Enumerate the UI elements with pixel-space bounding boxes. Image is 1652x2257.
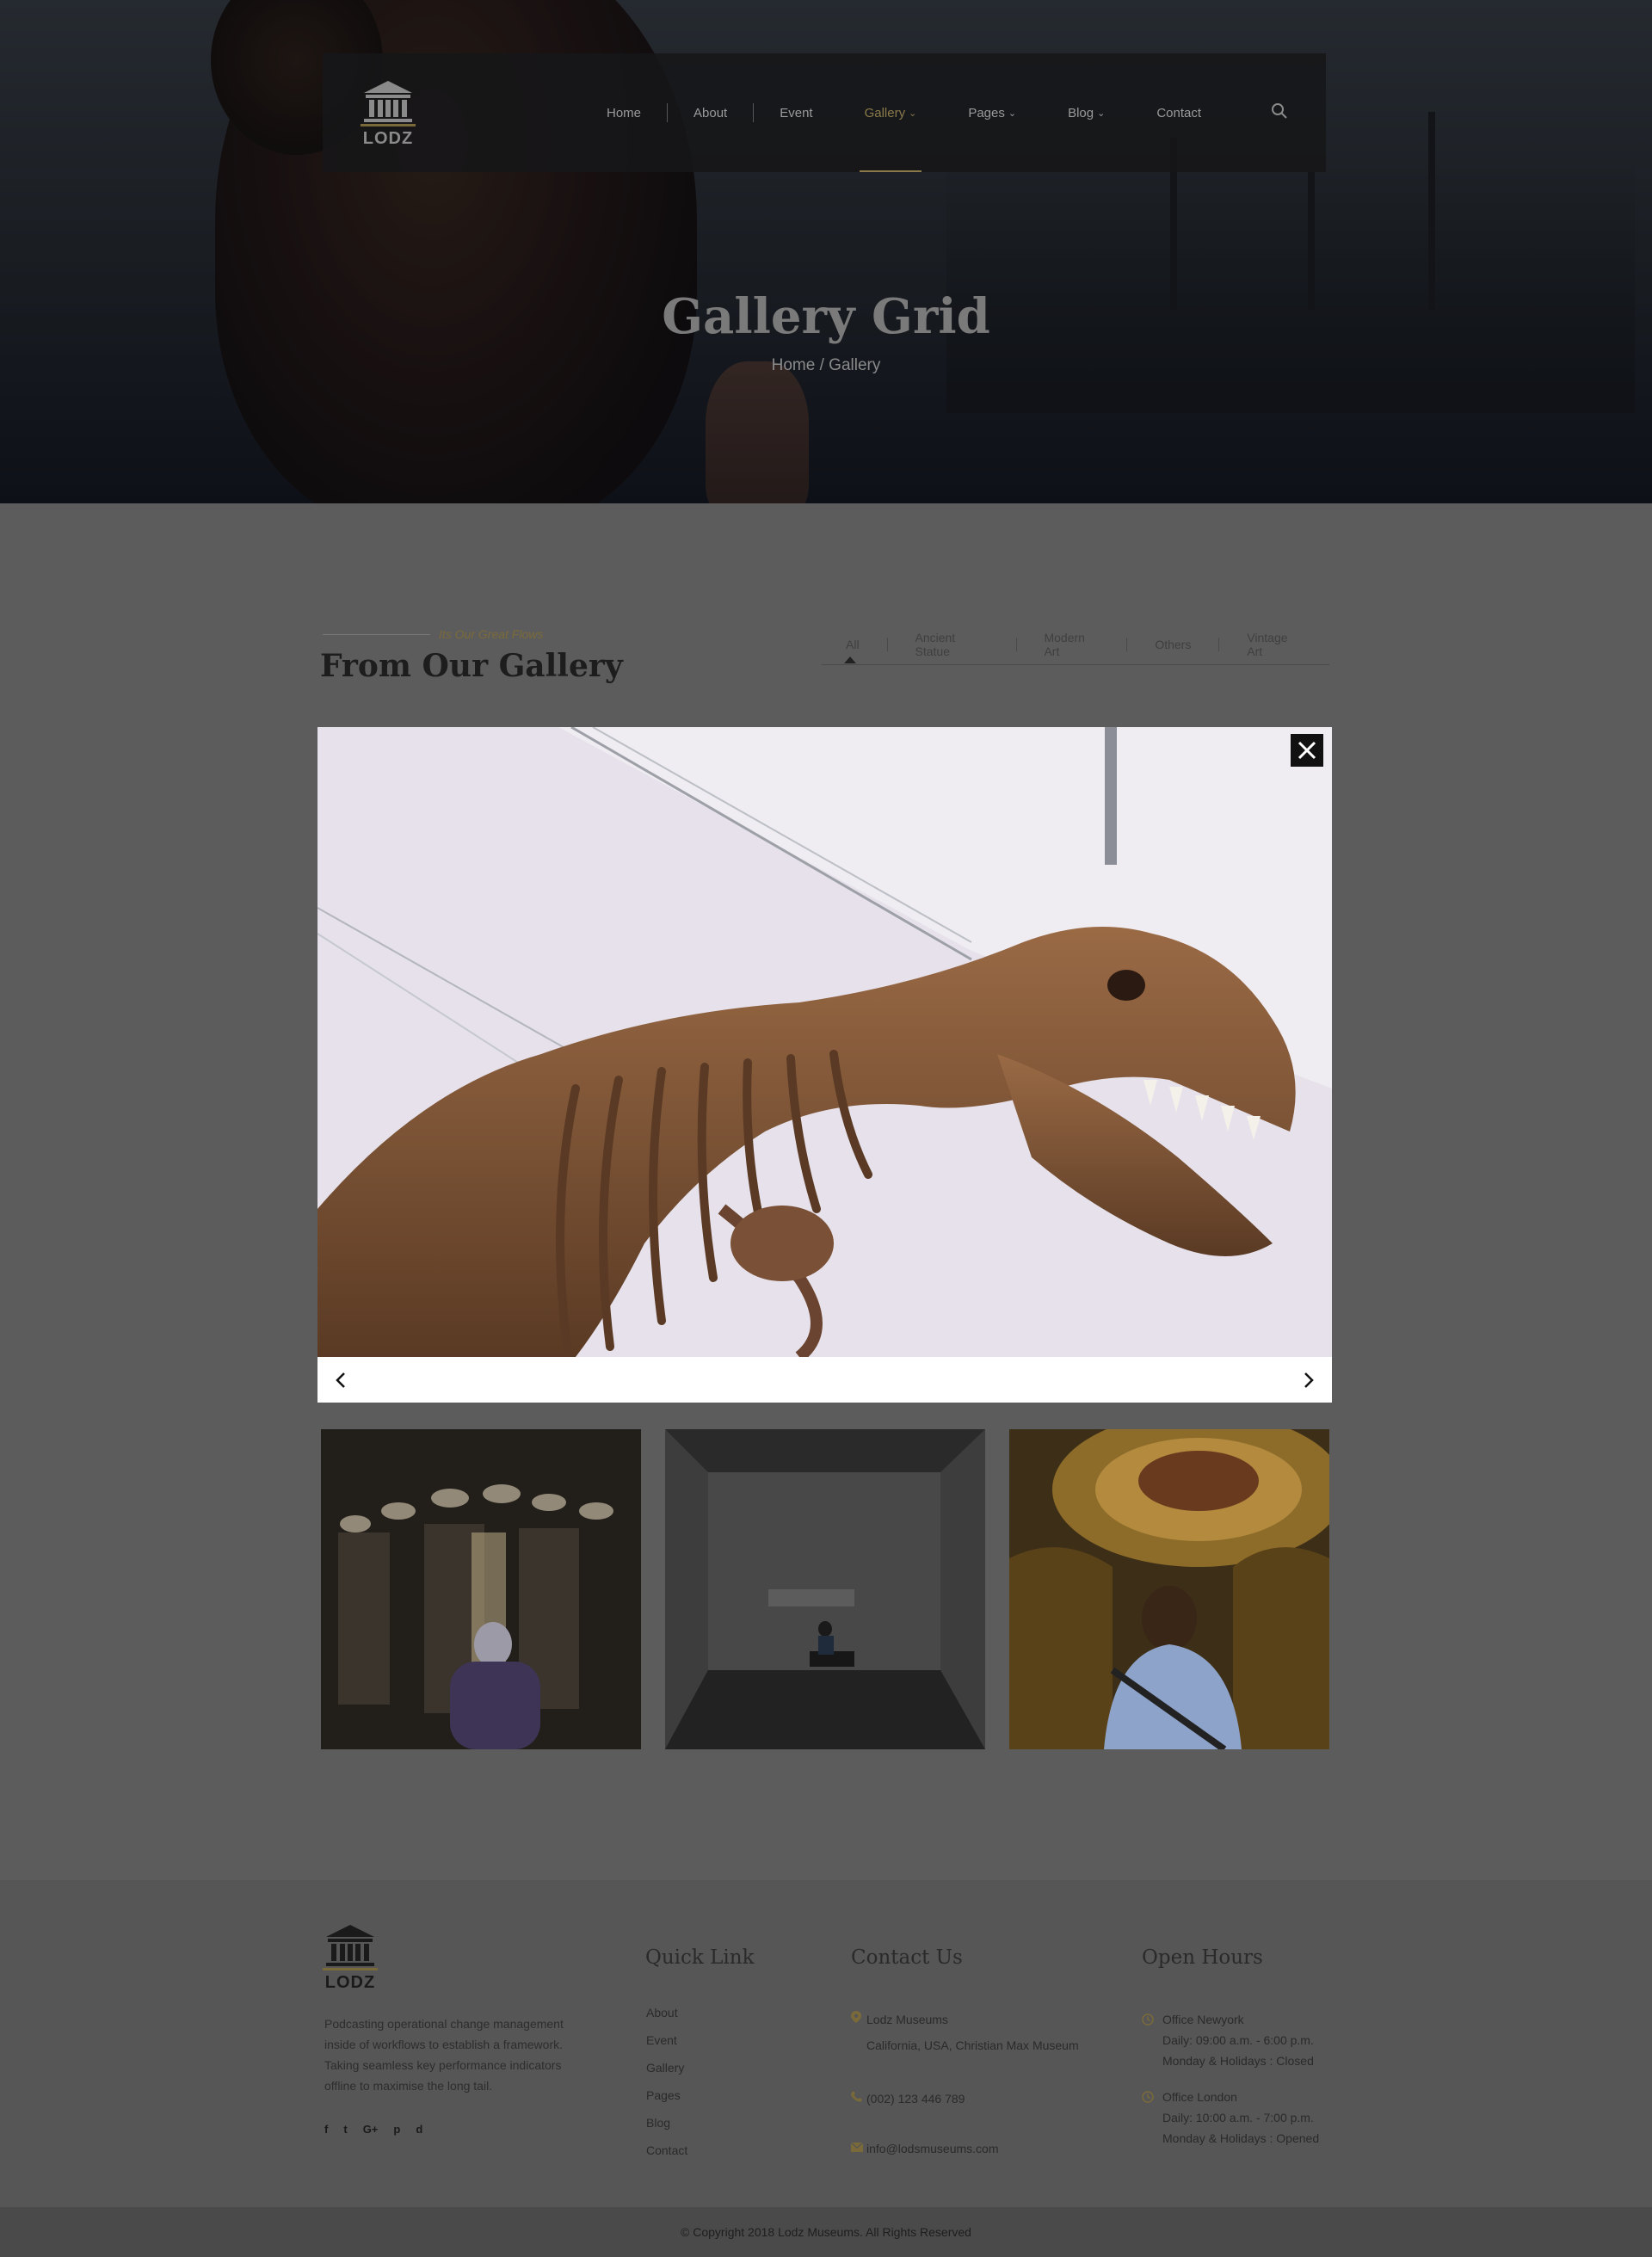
clock-icon [1142, 2009, 1162, 2030]
footer-link-about[interactable]: About [646, 2006, 687, 2033]
site-logo[interactable]: LODZ [361, 79, 416, 148]
social-links: f t G+ p d [324, 2123, 422, 2136]
chevron-down-icon: ⌄ [1097, 108, 1106, 119]
breadcrumb[interactable]: Home / Gallery [0, 356, 1652, 375]
twitter-icon[interactable]: t [343, 2123, 347, 2136]
chevron-left-icon [336, 1372, 345, 1388]
gallery-item-empty-hall[interactable] [665, 1429, 985, 1749]
site-footer: LODZ Podcasting operational change manag… [0, 1880, 1652, 2207]
hours-newyork: Office Newyork Daily: 09:00 a.m. - 6:00 … [1142, 2009, 1314, 2071]
contact-email-address[interactable]: info@lodsmuseums.com [866, 2138, 999, 2159]
section-eyebrow: Its Our Great Flows [439, 627, 544, 641]
gallery-item-painting-crowd[interactable] [321, 1429, 641, 1749]
nav-item-contact[interactable]: Contact [1131, 53, 1227, 172]
active-filter-indicator [844, 657, 856, 663]
footer-link-blog[interactable]: Blog [646, 2116, 687, 2143]
office-holiday-hours: Monday & Holidays : Closed [1162, 2054, 1314, 2068]
chevron-right-icon [1304, 1372, 1314, 1388]
filter-others[interactable]: Others [1127, 638, 1218, 651]
quick-links: About Event Gallery Pages Blog Contact [646, 2006, 687, 2171]
quick-link-title: Quick Link [645, 1946, 755, 1969]
hours-london: Office London Daily: 10:00 a.m. - 7:00 p… [1142, 2087, 1319, 2149]
search-icon[interactable] [1269, 101, 1290, 121]
gallery-item-ceiling-visitor[interactable] [1009, 1429, 1329, 1749]
nav-item-event[interactable]: Event [754, 53, 838, 172]
lightbox-modal [317, 727, 1332, 1403]
nav-item-home[interactable]: Home [581, 53, 667, 172]
museum-logo-icon [323, 1925, 378, 1970]
section-title: From Our Gallery [320, 648, 623, 684]
chevron-down-icon: ⌄ [1008, 108, 1017, 119]
office-daily-hours: Daily: 09:00 a.m. - 6:00 p.m. [1162, 2033, 1314, 2047]
office-daily-hours: Daily: 10:00 a.m. - 7:00 p.m. [1162, 2111, 1314, 2124]
footer-logo[interactable]: LODZ [323, 1923, 378, 1992]
footer-link-contact[interactable]: Contact [646, 2143, 687, 2171]
filter-ancient-statue[interactable]: Ancient Statue [888, 631, 1016, 658]
pinterest-icon[interactable]: p [393, 2123, 400, 2136]
filter-modern-art[interactable]: Modern Art [1016, 631, 1126, 658]
chevron-down-icon: ⌄ [909, 108, 917, 119]
gallery-section: Its Our Great Flows From Our Gallery All… [0, 503, 1652, 1880]
nav-item-gallery[interactable]: Gallery ⌄ [839, 53, 943, 172]
lightbox-image-dinosaur [317, 727, 1332, 1357]
lightbox-next-button[interactable] [1296, 1367, 1322, 1393]
contact-name: Lodz Museums [866, 2013, 948, 2026]
logo-text: LODZ [362, 129, 414, 148]
filter-all[interactable]: All [822, 638, 887, 651]
page-title: Gallery Grid [662, 288, 990, 345]
contact-phone: (002) 123 446 789 [851, 2088, 965, 2109]
contact-title: Contact Us [851, 1946, 963, 1969]
phone-icon [851, 2088, 866, 2109]
footer-link-gallery[interactable]: Gallery [646, 2061, 687, 2088]
lightbox-prev-button[interactable] [328, 1367, 354, 1393]
office-holiday-hours: Monday & Holidays : Opened [1162, 2131, 1320, 2145]
footer-link-event[interactable]: Event [646, 2033, 687, 2061]
copyright-bar: © Copyright 2018 Lodz Museums. All Right… [0, 2207, 1652, 2257]
open-hours-title: Open Hours [1142, 1946, 1263, 1969]
contact-phone-number[interactable]: (002) 123 446 789 [866, 2088, 965, 2109]
gallery-filter-tabs: All Ancient Statue Modern Art Others Vin… [822, 624, 1329, 665]
footer-description: Podcasting operational change management… [324, 2017, 564, 2093]
dribbble-icon[interactable]: d [416, 2123, 422, 2136]
nav-item-blog[interactable]: Blog ⌄ [1042, 53, 1131, 172]
google-plus-icon[interactable]: G+ [363, 2123, 379, 2136]
hero-banner: LODZ Home About Event Gallery ⌄ Pages ⌄ Bl… [0, 0, 1652, 503]
contact-address-line: California, USA, Christian Max Museum [866, 2038, 1079, 2052]
nav-item-pages[interactable]: Pages ⌄ [942, 53, 1042, 172]
main-navbar: LODZ Home About Event Gallery ⌄ Pages ⌄ Bl… [323, 53, 1326, 172]
nav-menu: Home About Event Gallery ⌄ Pages ⌄ Blog ⌄ C… [581, 53, 1227, 172]
nav-item-about[interactable]: About [668, 53, 753, 172]
facebook-icon[interactable]: f [324, 2123, 328, 2136]
clock-icon [1142, 2087, 1162, 2107]
map-pin-icon [851, 2009, 866, 2030]
footer-logo-text: LODZ [324, 1973, 376, 1992]
close-icon [1298, 741, 1316, 760]
office-name: Office Newyork [1162, 2013, 1244, 2026]
museum-logo-icon [361, 81, 416, 126]
filter-vintage-art[interactable]: Vintage Art [1219, 631, 1329, 658]
contact-address: Lodz Museums California, USA, Christian … [851, 2009, 1079, 2056]
contact-email: info@lodsmuseums.com [850, 2138, 999, 2159]
office-name: Office London [1162, 2090, 1237, 2104]
lightbox-close-button[interactable] [1291, 734, 1323, 767]
envelope-icon [850, 2138, 866, 2159]
footer-link-pages[interactable]: Pages [646, 2088, 687, 2116]
eyebrow-divider [323, 634, 430, 635]
